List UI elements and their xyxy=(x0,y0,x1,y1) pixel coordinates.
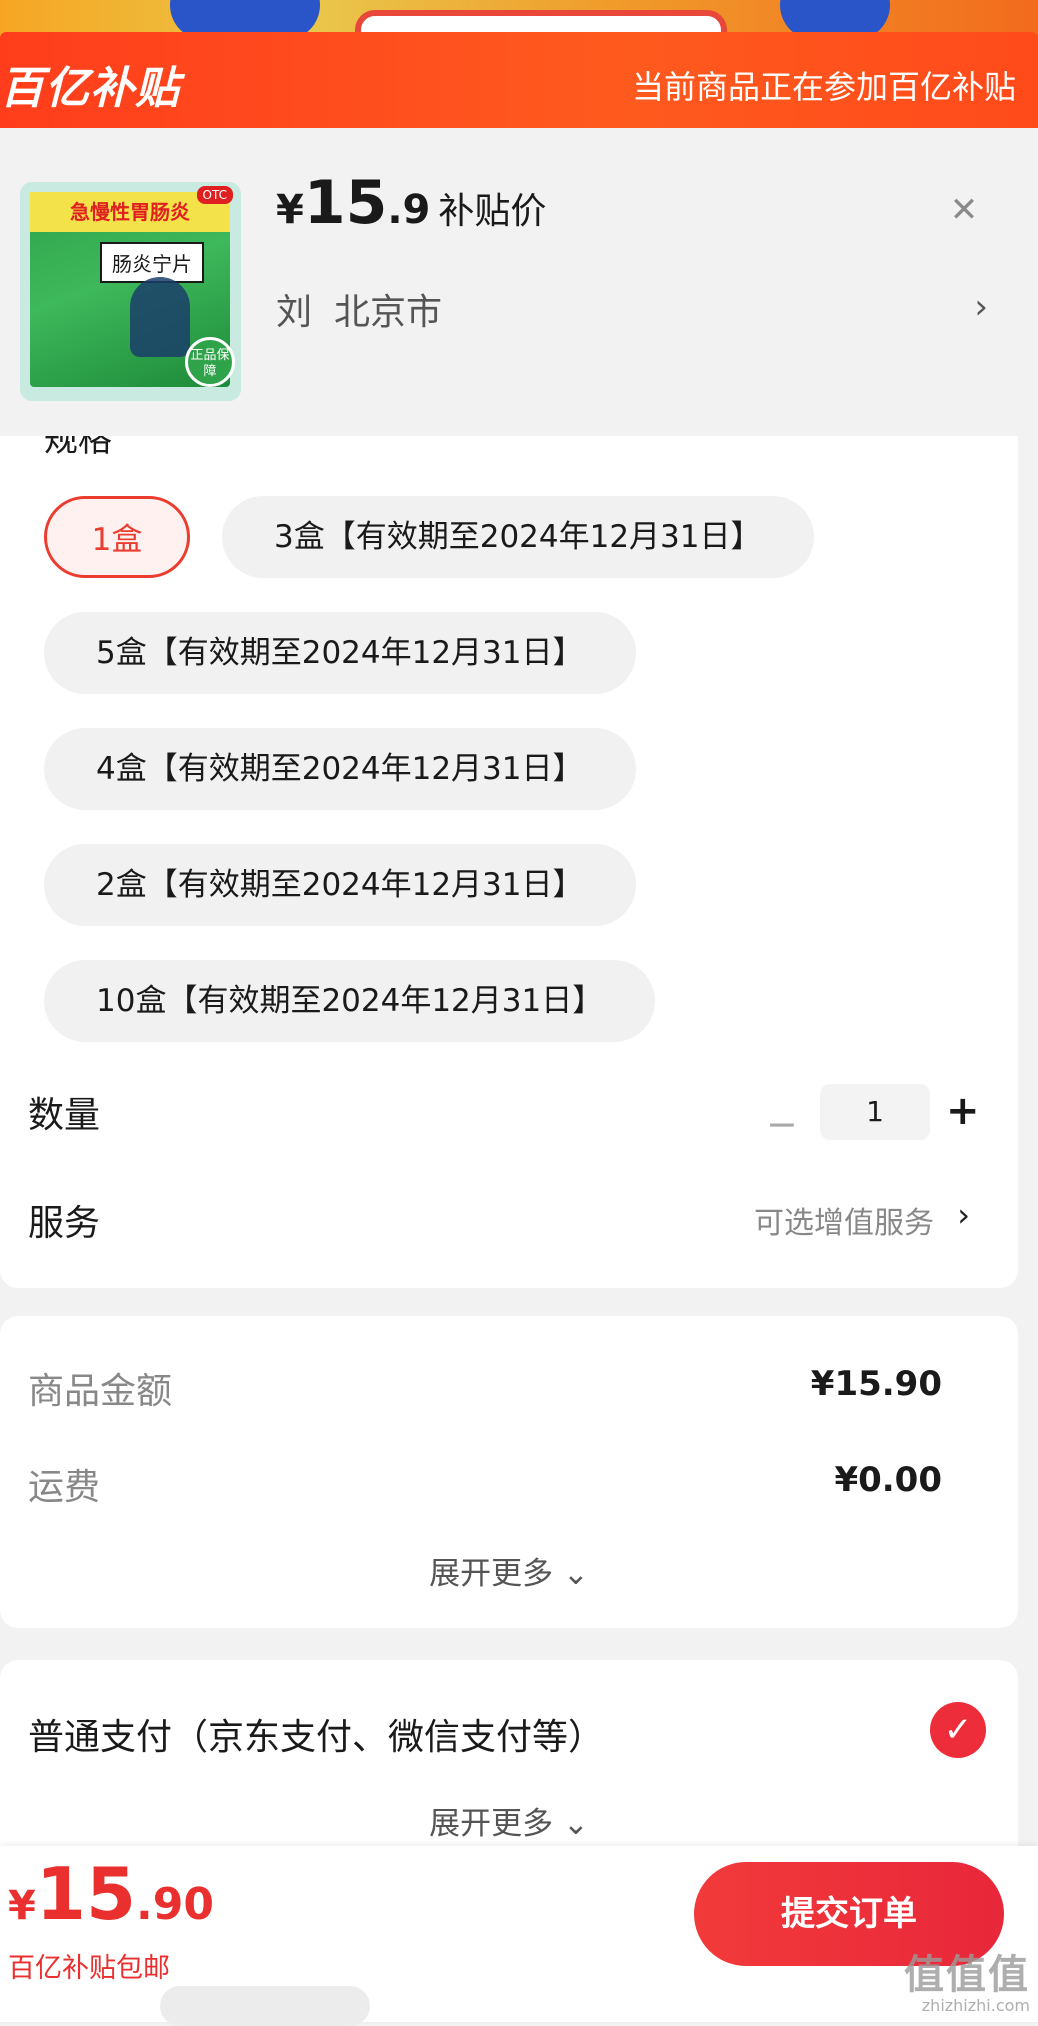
payment-method-label[interactable]: 普通支付（京东支付、微信支付等） xyxy=(28,1708,604,1760)
shipping-fee-label: 运费 xyxy=(28,1467,101,1508)
quantity-increase-button[interactable]: + xyxy=(946,1088,980,1134)
product-image: 急慢性胃肠炎 OTC 肠炎宁片 正品保障 xyxy=(20,182,241,401)
total-decimal: .90 xyxy=(136,1879,214,1930)
price-tag: 补贴价 xyxy=(438,191,547,232)
close-button[interactable]: ✕ xyxy=(944,190,984,230)
spec-option[interactable]: 3盒【有效期至2024年12月31日】 xyxy=(222,496,814,578)
total-integer: 15 xyxy=(35,1852,137,1936)
spec-label: 规格 xyxy=(44,436,112,460)
shipping-address[interactable]: 刘北京市 xyxy=(276,283,442,335)
otc-badge: OTC xyxy=(196,186,233,204)
spec-option[interactable]: 4盒【有效期至2024年12月31日】 xyxy=(44,728,636,810)
quantity-label: 数量 xyxy=(28,1095,101,1136)
price-integer: 15 xyxy=(303,168,388,238)
goods-amount-label: 商品金额 xyxy=(28,1371,173,1412)
subsidy-notice: 当前商品正在参加百亿补贴 xyxy=(631,68,1016,106)
price-decimal: .9 xyxy=(387,187,431,233)
quantity-input[interactable]: 1 xyxy=(820,1084,930,1140)
spec-option[interactable]: 10盒【有效期至2024年12月31日】 xyxy=(44,960,656,1042)
genuine-seal: 正品保障 xyxy=(185,337,235,387)
service-hint[interactable]: 可选增值服务 xyxy=(754,1198,934,1242)
total-currency: ¥ xyxy=(8,1883,36,1929)
spec-option[interactable]: 2盒【有效期至2024年12月31日】 xyxy=(44,844,636,926)
product-price: ¥15.9 补贴价 xyxy=(276,168,546,238)
total-price: ¥15.90 xyxy=(8,1852,214,1936)
price-currency: ¥ xyxy=(276,187,304,233)
recipient-name: 刘 xyxy=(276,292,313,333)
product-image-figure xyxy=(130,277,190,357)
recipient-city: 北京市 xyxy=(334,292,443,333)
check-icon[interactable]: ✓ xyxy=(930,1702,986,1758)
shipping-fee-value: ¥0.00 xyxy=(834,1460,942,1500)
total-note: 百亿补贴包邮 xyxy=(8,1953,170,1984)
service-label: 服务 xyxy=(28,1203,101,1244)
goods-amount-value: ¥15.90 xyxy=(810,1364,942,1404)
expand-more-button[interactable]: 展开更多 ⌄ xyxy=(0,1548,1018,1593)
quantity-decrease-button[interactable]: − xyxy=(766,1102,798,1146)
home-indicator xyxy=(160,1986,370,2026)
watermark: 值值值 zhizhizhi.com xyxy=(904,1942,1030,2015)
checkout-bar: ¥15.90 百亿补贴包邮 提交订单 值值值 zhizhizhi.com xyxy=(0,1846,1038,2026)
expand-more-button[interactable]: 展开更多 ⌄ xyxy=(0,1798,1018,1843)
watermark-url: zhizhizhi.com xyxy=(921,1996,1030,2015)
chevron-right-icon[interactable]: › xyxy=(957,1196,970,1234)
watermark-title: 值值值 xyxy=(904,1952,1030,1998)
spec-option[interactable]: 5盒【有效期至2024年12月31日】 xyxy=(44,612,636,694)
chevron-right-icon[interactable]: › xyxy=(974,287,988,327)
subsidy-logo: 百亿补贴 xyxy=(0,63,180,114)
close-icon: ✕ xyxy=(949,190,979,230)
spec-card: 规格 1盒 3盒【有效期至2024年12月31日】 5盒【有效期至2024年12… xyxy=(0,436,1018,1288)
fee-card: 商品金额 ¥15.90 运费 ¥0.00 展开更多 ⌄ xyxy=(0,1316,1018,1628)
spec-option[interactable]: 1盒 xyxy=(44,496,190,578)
subsidy-banner: 百亿补贴 当前商品正在参加百亿补贴 xyxy=(0,32,1038,128)
